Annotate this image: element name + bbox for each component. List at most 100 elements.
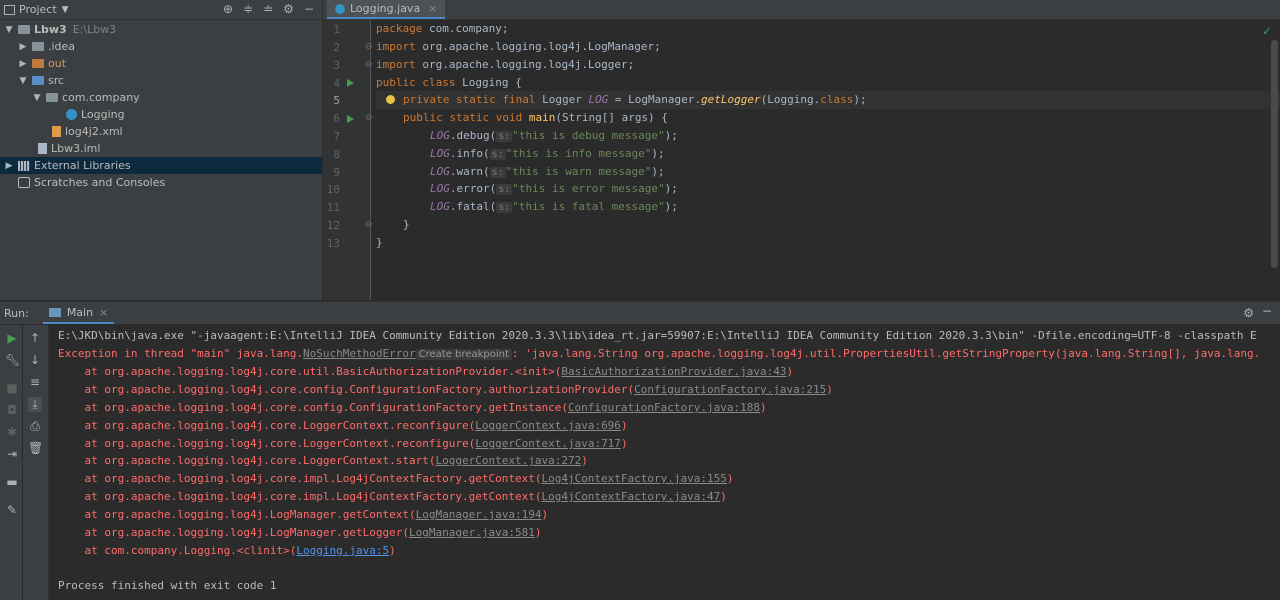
expand-all-icon[interactable]: ≑: [243, 2, 253, 16]
line-number: 9: [333, 166, 340, 179]
code-token: = LogManager.: [608, 93, 702, 106]
stack-trace-line: at org.apache.logging.log4j.LogManager.g…: [58, 524, 541, 542]
console-text: : 'java.lang.String org.apache.logging.l…: [511, 347, 1261, 360]
code-token: LOG: [430, 129, 450, 142]
lightbulb-icon[interactable]: [386, 95, 395, 104]
fold-icon[interactable]: ⊖: [365, 42, 373, 52]
chevron-down-icon[interactable]: ▼: [4, 25, 14, 35]
console-text: at org.apache.logging.log4j.core.config.…: [58, 401, 568, 414]
create-breakpoint-button[interactable]: Create breakpoint: [415, 349, 512, 360]
source-link[interactable]: Log4jContextFactory.java:47: [541, 490, 720, 503]
collapse-all-icon[interactable]: ≐: [263, 2, 273, 16]
close-icon[interactable]: ×: [428, 2, 437, 15]
project-view-dropdown[interactable]: Project: [19, 3, 57, 16]
console-text: ): [389, 544, 396, 557]
tree-item-out[interactable]: ▶ out: [0, 55, 322, 72]
code-token: );: [664, 200, 678, 213]
tree-item-com-company[interactable]: ▼ com.company: [0, 89, 322, 106]
gear-icon[interactable]: ⚙: [1243, 306, 1254, 320]
param-hint: s:: [489, 149, 506, 160]
code-token: com.company;: [422, 22, 509, 35]
check-icon[interactable]: ✓: [1262, 24, 1272, 38]
source-link[interactable]: LoggerContext.java:717: [475, 437, 621, 450]
soft-wrap-icon[interactable]: ≡: [28, 375, 42, 389]
source-link[interactable]: BasicAuthorizationProvider.java:43: [561, 365, 786, 378]
chevron-right-icon[interactable]: ▶: [18, 59, 28, 69]
code-token: package: [376, 22, 423, 35]
chevron-right-icon[interactable]: ▶: [4, 161, 14, 171]
line-number: 3: [333, 59, 340, 72]
line-number: 5: [333, 94, 340, 107]
exception-class-link[interactable]: NoSuchMethodError: [303, 347, 416, 360]
console-text: ): [534, 526, 542, 539]
gear-icon[interactable]: ⚙: [283, 2, 294, 16]
project-toolbar: Project ▼ ⊕ ≑ ≐ ⚙ −: [0, 0, 322, 20]
source-link[interactable]: Log4jContextFactory.java:155: [541, 472, 726, 485]
editor-gutter[interactable]: 1 2 3 4 5 6 7 8 9 10 11 12 13 ⊖ ⊖ ⊖ ⊖: [323, 20, 373, 300]
source-link[interactable]: Logging.java:5: [296, 544, 389, 557]
chevron-down-icon[interactable]: ▼: [32, 93, 42, 103]
tab-logging-java[interactable]: Logging.java ×: [327, 0, 446, 19]
tree-item-lbw3[interactable]: ▼ Lbw3 E:\Lbw3: [0, 21, 322, 38]
line-number: 1: [333, 23, 340, 36]
fold-icon[interactable]: ⊖: [365, 113, 373, 123]
tree-item-log4j2-xml[interactable]: log4j2.xml: [0, 123, 322, 140]
layout-icon[interactable]: ▬: [5, 475, 19, 489]
tree-item-scratches[interactable]: Scratches and Consoles: [0, 174, 322, 191]
pin-icon[interactable]: ✎: [5, 503, 19, 517]
bug-icon: ✱: [6, 425, 18, 439]
console-output[interactable]: E:\JKD\bin\java.exe "-javaagent:E:\Intel…: [58, 325, 1278, 600]
locate-icon[interactable]: ⊕: [223, 2, 233, 16]
fold-icon[interactable]: ⊖: [365, 220, 373, 230]
console-text: at org.apache.logging.log4j.core.config.…: [58, 383, 635, 396]
tree-item-idea[interactable]: ▶ .idea: [0, 38, 322, 55]
source-link[interactable]: LogManager.java:581: [409, 526, 535, 539]
console-text: at org.apache.logging.log4j.core.LoggerC…: [58, 419, 476, 432]
stack-trace-line: at org.apache.logging.log4j.core.LoggerC…: [58, 452, 587, 470]
arrow-up-icon[interactable]: ↑: [28, 331, 42, 345]
editor-scrollbar[interactable]: [1271, 40, 1278, 268]
code-token: );: [651, 165, 665, 178]
rerun-icon[interactable]: ▶: [5, 331, 19, 345]
code-token: "this is info message": [505, 147, 652, 160]
code-area[interactable]: package com.company; import org.apache.l…: [376, 20, 1280, 300]
tree-item-label: src: [48, 74, 65, 87]
wrench-icon[interactable]: 🔧︎: [5, 353, 20, 367]
tree-item-src[interactable]: ▼ src: [0, 72, 322, 89]
console-text: ): [720, 490, 727, 503]
code-token: .warn(: [449, 165, 490, 178]
source-link[interactable]: LoggerContext.java:272: [436, 454, 582, 467]
source-link[interactable]: LoggerContext.java:696: [475, 419, 621, 432]
source-link[interactable]: ConfigurationFactory.java:188: [568, 401, 760, 414]
scroll-to-end-icon[interactable]: ⤓: [28, 397, 42, 412]
source-link[interactable]: ConfigurationFactory.java:215: [634, 383, 826, 396]
param-hint: s:: [496, 184, 513, 195]
chevron-right-icon[interactable]: ▶: [18, 42, 28, 52]
line-number: 7: [333, 130, 340, 143]
run-method-icon[interactable]: [347, 115, 354, 123]
tab-main[interactable]: Main ×: [42, 302, 115, 324]
exit-icon[interactable]: ⇥: [5, 447, 19, 461]
print-icon[interactable]: ⎙: [28, 419, 42, 434]
source-link[interactable]: LogManager.java:194: [416, 508, 542, 521]
close-icon[interactable]: ×: [99, 306, 108, 319]
hide-icon[interactable]: −: [304, 2, 314, 16]
chevron-down-icon[interactable]: ▼: [62, 5, 69, 15]
code-line-12: }: [403, 218, 410, 231]
console-text: ): [826, 383, 833, 396]
code-token: );: [664, 129, 678, 142]
fold-icon[interactable]: ⊖: [365, 60, 373, 70]
code-token: main: [522, 111, 556, 124]
hide-icon[interactable]: −: [1262, 304, 1272, 318]
tree-item-lbw3-iml[interactable]: Lbw3.iml: [0, 140, 322, 157]
run-class-icon[interactable]: [347, 79, 354, 87]
arrow-down-icon[interactable]: ↓: [28, 353, 42, 367]
tree-item-external-libraries[interactable]: ▶ External Libraries: [0, 157, 322, 174]
trash-icon[interactable]: 🗑︎: [28, 441, 43, 455]
chevron-down-icon[interactable]: ▼: [18, 76, 28, 86]
code-token: "this is error message": [512, 182, 665, 195]
tree-item-logging[interactable]: Logging: [0, 106, 322, 123]
console-exception-line: Exception in thread "main" java.lang.NoS…: [58, 345, 1260, 363]
console-text: at org.apache.logging.log4j.LogManager.g…: [58, 526, 409, 539]
stack-trace-line: at org.apache.logging.log4j.core.LoggerC…: [58, 435, 627, 453]
